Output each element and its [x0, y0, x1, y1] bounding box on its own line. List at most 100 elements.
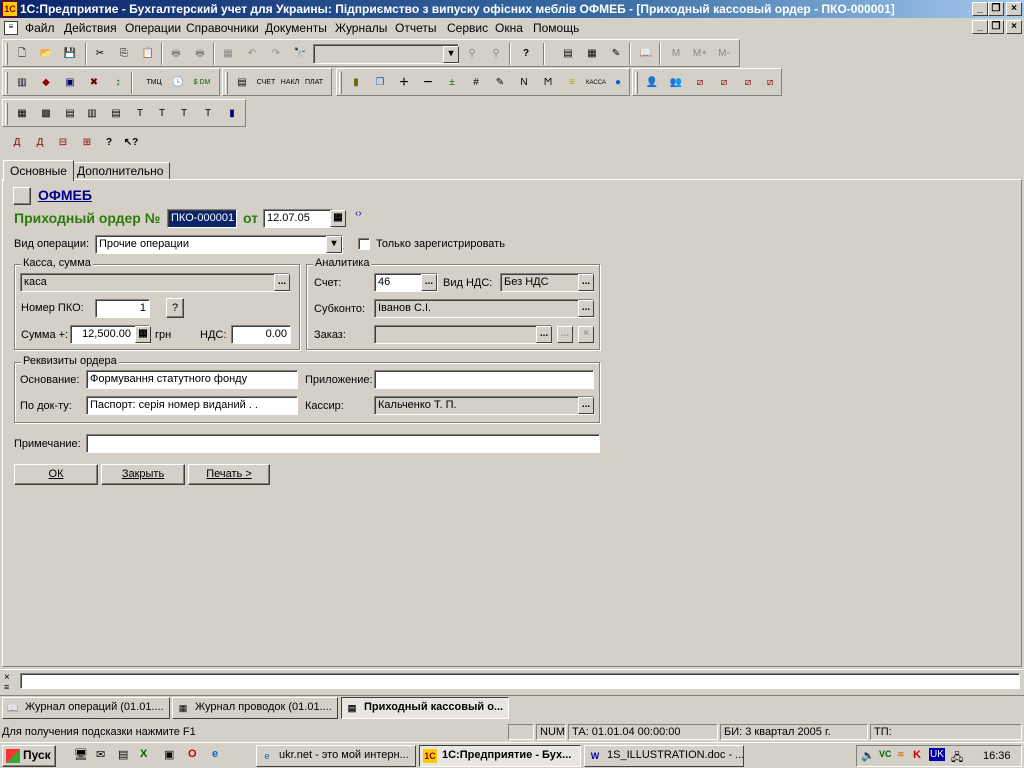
excel-quicklaunch-icon[interactable]: X	[140, 748, 147, 760]
cut-icon[interactable]: ✂	[91, 45, 109, 63]
copy-doc-icon[interactable]: ❐	[371, 74, 389, 92]
pko-number-field[interactable]: 1	[95, 299, 150, 318]
cash-select-button[interactable]: ...	[274, 274, 290, 291]
org-select-button[interactable]	[13, 187, 31, 205]
payment-button[interactable]: ПЛАТ	[303, 74, 325, 92]
doc-number-field[interactable]: ПКО-000001	[167, 209, 237, 228]
person-icon[interactable]: 👤	[643, 74, 661, 92]
pko-help-button[interactable]: ?	[166, 298, 184, 318]
by-doc-field[interactable]: Паспорт: серія номер виданий . .	[86, 396, 298, 415]
copy-icon[interactable]: ⎘	[115, 45, 133, 63]
book-icon[interactable]: 📖	[637, 45, 655, 63]
menu-service[interactable]: Сервис	[447, 21, 488, 35]
network-icon[interactable]: 🖧	[951, 749, 963, 768]
search-combo[interactable]	[313, 44, 459, 64]
child-restore-button[interactable]: ❐	[988, 20, 1004, 34]
nn-arrow-icon[interactable]: Ϻ	[539, 74, 557, 92]
start-button[interactable]: Пуск	[2, 745, 56, 767]
notepad-icon[interactable]: ✎	[607, 45, 625, 63]
menu-help[interactable]: Помощь	[533, 21, 579, 35]
waybill-button[interactable]: НАКЛ	[279, 74, 301, 92]
save-icon[interactable]: 💾	[61, 45, 79, 63]
task-1c[interactable]: 1C 1С:Предприятие - Бух...	[419, 745, 581, 767]
attachment-field[interactable]	[374, 370, 594, 389]
structure-icon[interactable]: ⊞	[78, 134, 96, 152]
tab-main[interactable]: Основные	[3, 160, 74, 181]
task-journal-entries[interactable]: ▦ Журнал проводок (01.01....	[172, 697, 338, 719]
clock[interactable]: 16:36	[983, 750, 1011, 762]
search-combo-dropdown[interactable]: ▾	[443, 46, 459, 63]
basis-field[interactable]: Формування статутного фонду	[86, 370, 298, 389]
calendar-icon[interactable]: ▦	[583, 45, 601, 63]
memory-plus-button[interactable]: M+	[689, 45, 711, 63]
report-c-icon[interactable]: ⧄	[739, 74, 757, 92]
report-3-icon[interactable]: ▤	[61, 105, 79, 123]
minimize-button[interactable]: _	[972, 2, 988, 16]
menu-windows[interactable]: Окна	[495, 21, 523, 35]
ledger-icon[interactable]: ▮	[347, 74, 365, 92]
close-button[interactable]: ×	[1006, 2, 1022, 16]
org-name-link[interactable]: ОФМЕБ	[38, 187, 92, 203]
find-prev-icon[interactable]: ⚲	[487, 45, 505, 63]
tab-additional[interactable]: Дополнительно	[70, 162, 171, 180]
menu-file[interactable]: Файл	[25, 21, 55, 35]
print-preview-icon[interactable]: 🖶	[191, 45, 209, 63]
document-menu-icon[interactable]: ≡	[4, 21, 18, 35]
people-icon[interactable]: 👥	[667, 74, 685, 92]
n-arrow-icon[interactable]: N	[515, 74, 533, 92]
cashier-select-button[interactable]: ...	[578, 397, 594, 414]
globe-icon[interactable]: ●	[609, 74, 627, 92]
vat-field[interactable]: 0.00	[231, 325, 291, 344]
order-clear-button[interactable]: ×	[578, 326, 594, 343]
menu-operations[interactable]: Операции	[125, 21, 181, 35]
balance-icon[interactable]: ±	[443, 74, 461, 92]
close-form-button[interactable]: Закрыть	[101, 464, 185, 485]
menu-actions[interactable]: Действия	[64, 21, 117, 35]
pen-icon[interactable]: ✎	[491, 74, 509, 92]
account-select-button[interactable]: ...	[421, 274, 437, 291]
chart-of-accounts-icon[interactable]: ▥	[13, 74, 31, 92]
calendar-button[interactable]: ▦	[330, 210, 346, 227]
menu-documents[interactable]: Документы	[265, 21, 327, 35]
child-close-button[interactable]: ×	[1006, 20, 1022, 34]
help-icon[interactable]: ?	[517, 45, 535, 63]
order-field[interactable]	[374, 325, 552, 344]
report-4-icon[interactable]: ▥	[83, 105, 101, 123]
calculator-icon[interactable]: ▤	[559, 45, 577, 63]
app-quicklaunch-icon[interactable]: ▣	[164, 748, 174, 761]
ie-quicklaunch-icon[interactable]: e	[212, 748, 218, 760]
op-type-dropdown-icon[interactable]: ▾	[326, 236, 342, 253]
note-field[interactable]	[86, 434, 600, 453]
paste-icon[interactable]: 📋	[139, 45, 157, 63]
message-area[interactable]	[20, 673, 1020, 689]
plus-icon[interactable]: +	[395, 74, 413, 92]
minus-icon[interactable]: −	[419, 74, 437, 92]
task-journal-operations[interactable]: 📖 Журнал операций (01.01....	[2, 697, 170, 719]
report-chart-icon[interactable]: ▮	[223, 105, 241, 123]
memory-minus-button[interactable]: M-	[713, 45, 735, 63]
task-cash-receipt[interactable]: ▤ Приходный кассовый о...	[341, 697, 509, 719]
volume-icon[interactable]: 🔈	[861, 749, 875, 762]
keyboard-layout-icon[interactable]: UK	[929, 748, 945, 761]
print-icon[interactable]: 🖶	[167, 45, 185, 63]
print-button[interactable]: Печать >	[188, 464, 270, 485]
task-word[interactable]: W 1S_ILLUSTRATION.doc - ...	[584, 745, 744, 767]
report-a-icon[interactable]: ⧄	[691, 74, 709, 92]
sort-icon[interactable]: ↕	[109, 74, 127, 92]
vc-icon[interactable]: VC	[879, 749, 892, 759]
context-help-icon[interactable]: ↖?	[122, 134, 140, 152]
outlook-quicklaunch-icon[interactable]: ✉	[96, 748, 105, 761]
desktop-quicklaunch-icon[interactable]: 🖥	[74, 748, 88, 761]
journal-icon[interactable]: ▤	[233, 74, 251, 92]
memory-m-button[interactable]: M	[667, 45, 685, 63]
open-icon[interactable]: 📂	[37, 45, 55, 63]
grid-icon[interactable]: #	[467, 74, 485, 92]
report-d-icon[interactable]: ⧄	[761, 74, 779, 92]
show-entries-icon[interactable]: ⊟	[54, 134, 72, 152]
order-select-button[interactable]: ...	[536, 326, 552, 343]
task-ukrnet[interactable]: e ukr.net - это мой интерн...	[256, 745, 416, 767]
tray-app-icon[interactable]: ≋	[897, 749, 905, 760]
new-icon[interactable]: 🗋	[13, 45, 31, 63]
table-icon[interactable]: ▦	[219, 45, 237, 63]
k-icon[interactable]: K	[913, 749, 921, 761]
